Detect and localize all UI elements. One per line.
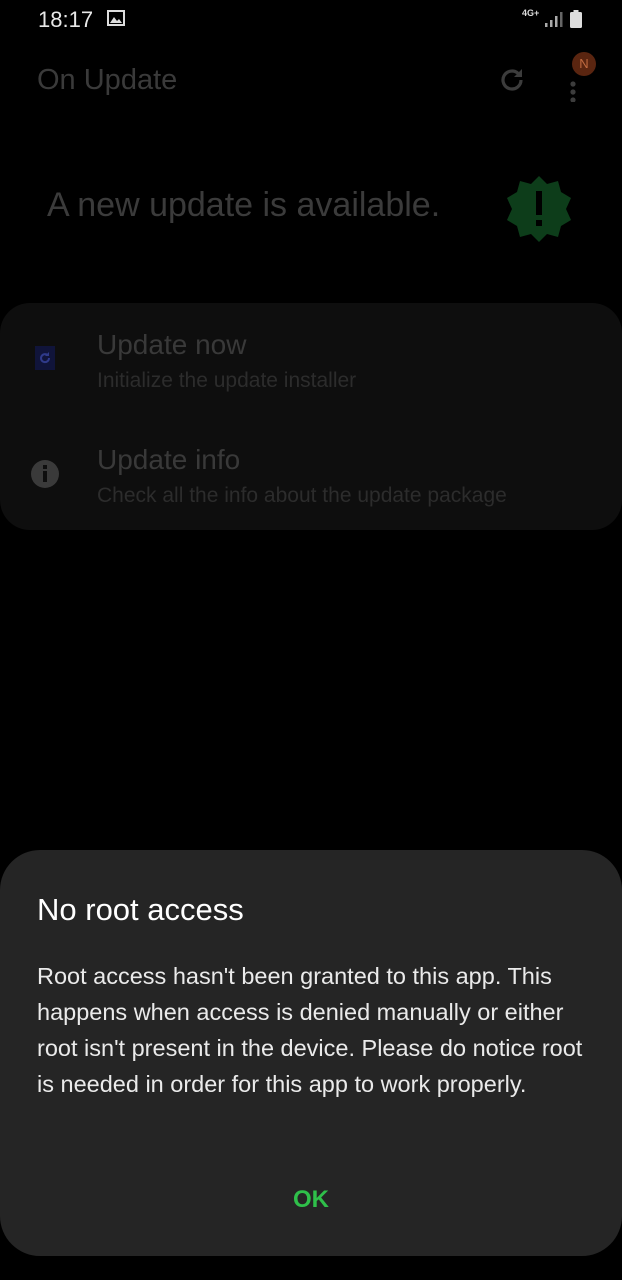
menu-item-subtitle: Initialize the update installer — [97, 369, 357, 392]
ok-button[interactable]: OK — [256, 1176, 366, 1224]
gallery-icon — [107, 10, 125, 26]
menu-item-title: Update info — [97, 444, 241, 475]
status-bar: 18:17 4G+ — [0, 0, 622, 40]
menu-item-title: Update now — [97, 329, 247, 360]
dialog-title: No root access — [37, 892, 244, 927]
app-bar: On Update — [0, 50, 622, 114]
update-headline: A new update is available. — [47, 186, 441, 224]
refresh-icon[interactable] — [496, 64, 528, 96]
status-time: 18:17 — [38, 7, 94, 32]
info-icon — [31, 460, 59, 488]
network-type: 4G+ — [522, 8, 540, 18]
menu-item-update-info[interactable]: Update info Check all the info about the… — [0, 417, 622, 527]
dialog-message: Root access hasn't been granted to this … — [37, 963, 583, 1097]
menu-card: Update now Initialize the update install… — [0, 303, 622, 530]
menu-item-update-now[interactable]: Update now Initialize the update install… — [0, 303, 622, 413]
notification-badge: N — [572, 52, 596, 76]
menu-item-subtitle: Check all the info about the update pack… — [97, 484, 507, 507]
battery-icon — [570, 10, 582, 28]
alert-badge-icon — [507, 176, 571, 242]
signal-icon — [545, 12, 563, 27]
app-title: On Update — [37, 64, 178, 96]
update-installer-icon — [35, 346, 55, 370]
no-root-dialog: No root access Root access hasn't been g… — [0, 850, 622, 1256]
